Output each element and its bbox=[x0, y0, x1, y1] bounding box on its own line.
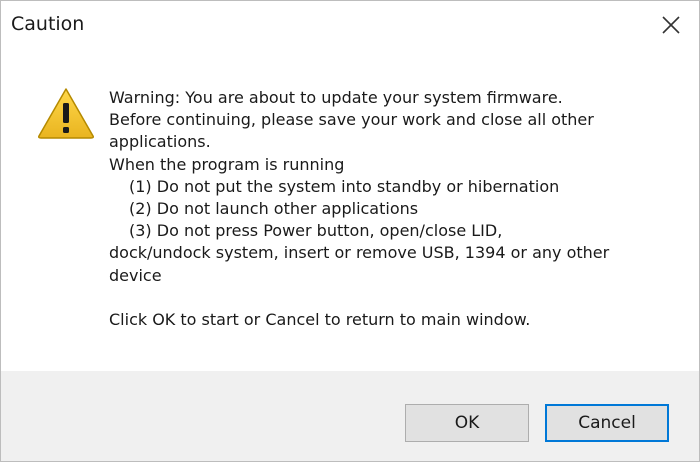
dialog-body: Warning: You are about to update your sy… bbox=[1, 49, 699, 371]
message-line: When the program is running bbox=[109, 154, 345, 174]
message-list-item: (2) Do not launch other applications bbox=[129, 199, 419, 219]
message-line: applications. bbox=[109, 132, 211, 152]
window-title: Caution bbox=[11, 13, 85, 35]
close-icon bbox=[662, 16, 680, 34]
caution-dialog: Caution Warning: You are about to update… bbox=[0, 0, 700, 462]
message-line: device bbox=[109, 265, 162, 285]
message-line: Before continuing, please save your work… bbox=[109, 110, 594, 130]
message-footer-text: Click OK to start or Cancel to return to… bbox=[109, 309, 531, 329]
close-button[interactable] bbox=[657, 11, 685, 39]
message-text: Warning: You are about to update your sy… bbox=[109, 87, 679, 331]
button-bar: OK Cancel bbox=[1, 371, 699, 461]
message-list-item: (1) Do not put the system into standby o… bbox=[129, 176, 560, 196]
title-bar: Caution bbox=[1, 1, 699, 49]
ok-button[interactable]: OK bbox=[405, 404, 529, 442]
message-line: dock/undock system, insert or remove USB… bbox=[109, 243, 610, 263]
cancel-button[interactable]: Cancel bbox=[545, 404, 669, 442]
warning-triangle-icon bbox=[37, 87, 95, 139]
message-line: Warning: You are about to update your sy… bbox=[109, 88, 563, 107]
message-list-item: (3) Do not press Power button, open/clos… bbox=[129, 221, 503, 241]
